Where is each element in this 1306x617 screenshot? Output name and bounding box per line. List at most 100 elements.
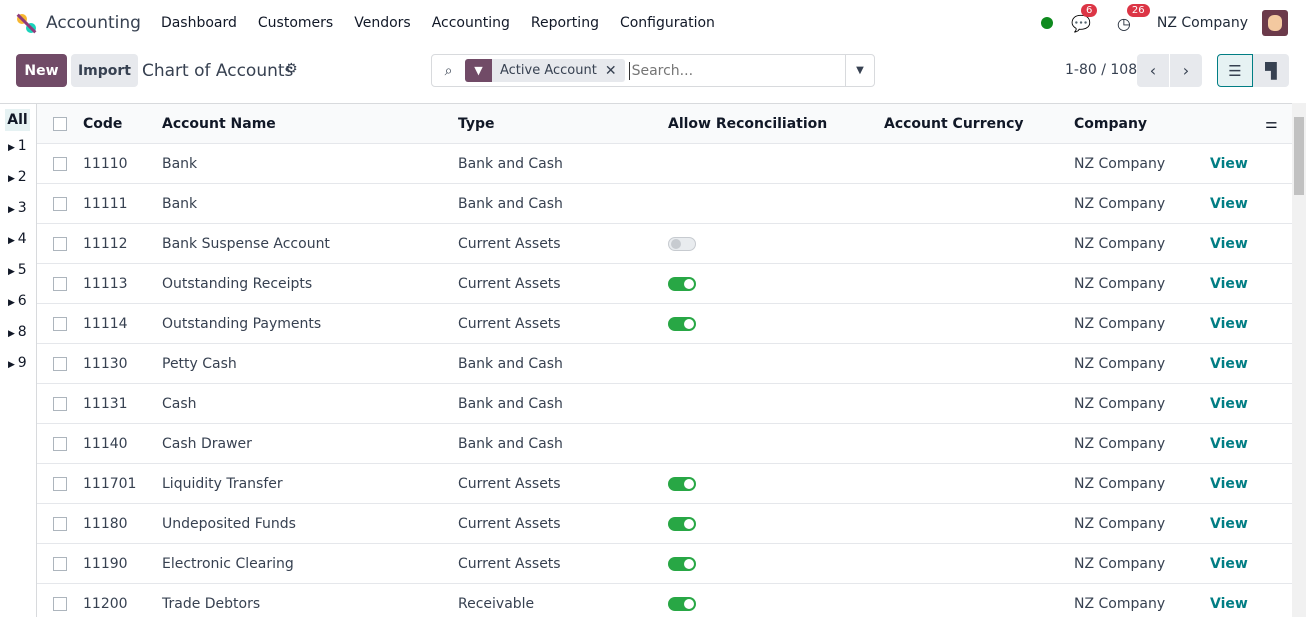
activities-clock-icon[interactable]: ◷ 26	[1117, 3, 1150, 33]
row-checkbox[interactable]	[53, 557, 67, 571]
row-checkbox[interactable]	[53, 437, 67, 451]
import-button[interactable]: Import	[71, 54, 138, 87]
table-row[interactable]: 11110 Bank Bank and Cash NZ Company View	[37, 144, 1292, 184]
table-row[interactable]: 11114 Outstanding Payments Current Assets N…	[37, 304, 1292, 344]
menu-dashboard[interactable]: Dashboard	[161, 15, 237, 31]
reconcile-toggle[interactable]	[668, 477, 696, 491]
view-button[interactable]: View	[1210, 396, 1248, 412]
view-button[interactable]: View	[1210, 596, 1248, 612]
row-checkbox[interactable]	[53, 317, 67, 331]
account-name: Cash	[162, 396, 197, 412]
reconcile-toggle[interactable]	[668, 517, 696, 531]
menu-configuration[interactable]: Configuration	[620, 15, 715, 31]
account-code: 11180	[83, 516, 128, 532]
status-dot-icon[interactable]	[1040, 17, 1053, 29]
view-button[interactable]: View	[1210, 556, 1248, 572]
column-company[interactable]: Company	[1074, 116, 1147, 132]
view-button[interactable]: View	[1210, 476, 1248, 492]
reconcile-toggle[interactable]	[668, 277, 696, 291]
reconcile-toggle[interactable]	[668, 597, 696, 611]
vertical-scrollbar[interactable]	[1292, 103, 1306, 617]
row-checkbox[interactable]	[53, 477, 67, 491]
account-code: 111701	[83, 476, 137, 492]
sidebar-item-2[interactable]: ▶ 2	[0, 162, 36, 193]
reconcile-toggle[interactable]	[668, 317, 696, 331]
column-allow-reconciliation[interactable]: Allow Reconciliation	[668, 116, 827, 132]
table-row[interactable]: 11111 Bank Bank and Cash NZ Company View	[37, 184, 1292, 224]
menu-accounting[interactable]: Accounting	[432, 15, 510, 31]
table-row[interactable]: 111701 Liquidity Transfer Current Assets NZ…	[37, 464, 1292, 504]
pager-value[interactable]: 1-80 / 108	[1065, 62, 1137, 78]
table-row[interactable]: 11180 Undeposited Funds Current Assets NZ C…	[37, 504, 1292, 544]
account-type: Receivable	[458, 596, 535, 612]
sidebar-item-all[interactable]: All	[5, 109, 30, 131]
table-row[interactable]: 11140 Cash Drawer Bank and Cash NZ Company V…	[37, 424, 1292, 464]
column-account-name[interactable]: Account Name	[162, 116, 276, 132]
accounts-table: Code Account Name Type Allow Reconciliat…	[37, 103, 1292, 617]
pager-previous-button[interactable]: ‹	[1137, 54, 1169, 87]
view-button[interactable]: View	[1210, 356, 1248, 372]
view-button[interactable]: View	[1210, 156, 1248, 172]
view-button[interactable]: View	[1210, 436, 1248, 452]
account-code: 11190	[83, 556, 128, 572]
sidebar-item-1[interactable]: ▶ 1	[0, 131, 36, 162]
messages-icon[interactable]: 💬 6	[1071, 3, 1098, 33]
list-view-button[interactable]: ☰	[1217, 54, 1253, 87]
sidebar-item-4[interactable]: ▶ 4	[0, 224, 36, 255]
row-checkbox[interactable]	[53, 397, 67, 411]
menu-vendors[interactable]: Vendors	[354, 15, 410, 31]
scrollbar-thumb[interactable]	[1294, 117, 1304, 195]
search-options-toggle[interactable]: ▼	[845, 55, 874, 86]
company-switcher[interactable]: NZ Company	[1157, 15, 1248, 31]
sidebar-item-6[interactable]: ▶ 6	[0, 286, 36, 317]
row-checkbox[interactable]	[53, 357, 67, 371]
reconcile-toggle[interactable]	[668, 557, 696, 571]
account-company: NZ Company	[1074, 156, 1166, 172]
row-checkbox[interactable]	[53, 197, 67, 211]
table-row[interactable]: 11200 Trade Debtors Receivable NZ Company Vi…	[37, 584, 1292, 617]
app-name[interactable]: Accounting	[46, 13, 141, 33]
table-row[interactable]: 11190 Electronic Clearing Current Assets NZ…	[37, 544, 1292, 584]
menu-reporting[interactable]: Reporting	[531, 15, 599, 31]
sidebar-item-3[interactable]: ▶ 3	[0, 193, 36, 224]
account-type: Current Assets	[458, 236, 561, 252]
remove-facet-icon[interactable]: ✕	[605, 63, 625, 79]
row-checkbox[interactable]	[53, 157, 67, 171]
table-row[interactable]: 11113 Outstanding Receipts Current Assets N…	[37, 264, 1292, 304]
view-button[interactable]: View	[1210, 316, 1248, 332]
table-row[interactable]: 11112 Bank Suspense Account Current Assets…	[37, 224, 1292, 264]
column-code[interactable]: Code	[83, 116, 122, 132]
menu-customers[interactable]: Customers	[258, 15, 333, 31]
column-type[interactable]: Type	[458, 116, 495, 132]
gear-icon[interactable]: ⚙	[285, 61, 298, 77]
kanban-view-button[interactable]: ▜	[1253, 54, 1289, 87]
select-all-checkbox[interactable]	[53, 117, 67, 131]
row-checkbox[interactable]	[53, 237, 67, 251]
row-checkbox[interactable]	[53, 597, 67, 611]
sidebar-item-9[interactable]: ▶ 9	[0, 348, 36, 379]
app-logo-icon[interactable]	[16, 13, 37, 34]
sidebar-item-5[interactable]: ▶ 5	[0, 255, 36, 286]
view-button[interactable]: View	[1210, 236, 1248, 252]
row-checkbox[interactable]	[53, 277, 67, 291]
optional-columns-icon[interactable]: ⚌	[1265, 116, 1278, 132]
account-code: 11200	[83, 596, 128, 612]
table-row[interactable]: 11131 Cash Bank and Cash NZ Company View	[37, 384, 1292, 424]
new-button[interactable]: New	[16, 54, 67, 87]
search-input[interactable]	[628, 61, 845, 80]
column-account-currency[interactable]: Account Currency	[884, 116, 1024, 132]
sidebar-item-8[interactable]: ▶ 8	[0, 317, 36, 348]
page-title[interactable]: Chart of Accounts	[142, 61, 293, 81]
view-button[interactable]: View	[1210, 196, 1248, 212]
view-button[interactable]: View	[1210, 276, 1248, 292]
account-type: Bank and Cash	[458, 196, 563, 212]
user-avatar[interactable]	[1262, 10, 1288, 36]
view-button[interactable]: View	[1210, 516, 1248, 532]
account-code: 11131	[83, 396, 128, 412]
caret-right-icon: ▶	[8, 143, 18, 153]
reconcile-toggle[interactable]	[668, 237, 696, 251]
table-row[interactable]: 11130 Petty Cash Bank and Cash NZ Company Vi…	[37, 344, 1292, 384]
pager-next-button[interactable]: ›	[1170, 54, 1202, 87]
row-checkbox[interactable]	[53, 517, 67, 531]
search-icon[interactable]: ⌕	[432, 63, 465, 79]
